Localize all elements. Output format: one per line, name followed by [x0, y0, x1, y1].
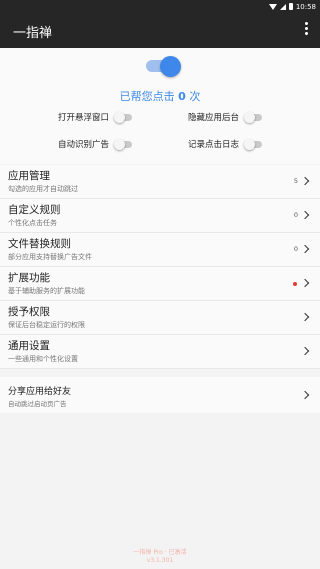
menu-item-permissions[interactable]: 授予权限 保证后台稳定运行的权限 [0, 301, 320, 335]
option-label: 隐藏应用后台 [188, 113, 240, 123]
menu-item-subtitle: 一些通用和个性化设置 [8, 355, 78, 363]
menu-item-title: 通用设置 [8, 340, 50, 352]
menu-item-custom-rules[interactable]: 自定义规则 个性化点击任务 0 [0, 199, 320, 233]
auto-detect-ads-switch[interactable] [114, 139, 135, 150]
click-count-text: 已帮您点击 0 次 [0, 88, 320, 104]
main-service-switch[interactable] [146, 56, 182, 78]
option-label: 记录点击日志 [188, 140, 240, 150]
app-bar: 一指禅 [0, 12, 320, 48]
click-count-prefix: 已帮您点击 [119, 90, 175, 103]
click-count-value: 0 [178, 90, 186, 103]
chevron-right-icon [300, 244, 310, 254]
option-hide-background[interactable]: 隐藏应用后台 [188, 110, 265, 124]
menu-item-app-management[interactable]: 应用管理 勾选的应用才自动跳过 5 [0, 165, 320, 199]
chevron-right-icon [300, 390, 310, 400]
menu-item-subtitle: 勾选的应用才自动跳过 [8, 185, 78, 193]
floating-window-switch[interactable] [114, 112, 135, 123]
status-bar: 10:58 [0, 0, 320, 12]
switch-thumb [160, 56, 181, 77]
share-subtitle: 自动跳过启动页广告 [8, 400, 67, 408]
battery-icon [288, 3, 293, 10]
chevron-right-icon [300, 346, 310, 356]
count-badge: 0 [293, 245, 298, 253]
menu-item-title: 扩展功能 [8, 272, 50, 284]
menu-item-subtitle: 基于辅助服务的扩展功能 [8, 287, 85, 295]
version-footer: 一指禅 Pro · 已激活 v3.1.301 [0, 549, 320, 565]
version-number: v3.1.301 [146, 557, 174, 564]
chevron-right-icon [300, 278, 310, 288]
menu-item-subtitle: 部分应用支持替换广告文件 [8, 253, 92, 261]
option-label: 自动识别广告 [58, 140, 110, 150]
chevron-right-icon [300, 176, 310, 186]
menu-item-title: 授予权限 [8, 306, 50, 318]
menu-item-title: 自定义规则 [8, 204, 61, 216]
clock: 10:58 [295, 2, 316, 11]
option-auto-detect-ads[interactable]: 自动识别广告 [58, 137, 135, 151]
menu-item-extensions[interactable]: 扩展功能 基于辅助服务的扩展功能 [0, 267, 320, 301]
click-log-switch[interactable] [244, 139, 265, 150]
share-title: 分享应用给好友 [8, 387, 72, 397]
count-badge: 5 [293, 177, 298, 185]
menu-item-general-settings[interactable]: 通用设置 一些通用和个性化设置 [0, 335, 320, 369]
chevron-right-icon [300, 312, 310, 322]
signal-icon [279, 3, 286, 10]
chevron-right-icon [300, 210, 310, 220]
overflow-menu-icon[interactable] [302, 22, 310, 38]
menu-item-subtitle: 保证后台稳定运行的权限 [8, 321, 85, 329]
menu-item-title: 应用管理 [8, 170, 50, 182]
activation-status: 一指禅 Pro · 已激活 [133, 549, 187, 556]
wifi-icon [268, 4, 277, 10]
settings-menu: 应用管理 勾选的应用才自动跳过 5 自定义规则 个性化点击任务 0 文件替换规则… [0, 165, 320, 369]
app-title: 一指禅 [13, 26, 53, 41]
menu-item-title: 文件替换规则 [8, 238, 71, 250]
menu-item-subtitle: 个性化点击任务 [8, 219, 57, 227]
count-badge: 0 [293, 211, 298, 219]
option-label: 打开悬浮窗口 [58, 113, 110, 123]
click-count-suffix: 次 [189, 90, 201, 103]
menu-item-file-replace-rules[interactable]: 文件替换规则 部分应用支持替换广告文件 0 [0, 233, 320, 267]
hide-background-switch[interactable] [244, 112, 265, 123]
share-app-item[interactable]: 分享应用给好友 自动跳过启动页广告 [0, 377, 320, 413]
option-click-log[interactable]: 记录点击日志 [188, 137, 265, 151]
notification-dot-icon [293, 282, 297, 286]
option-floating-window[interactable]: 打开悬浮窗口 [58, 110, 135, 124]
